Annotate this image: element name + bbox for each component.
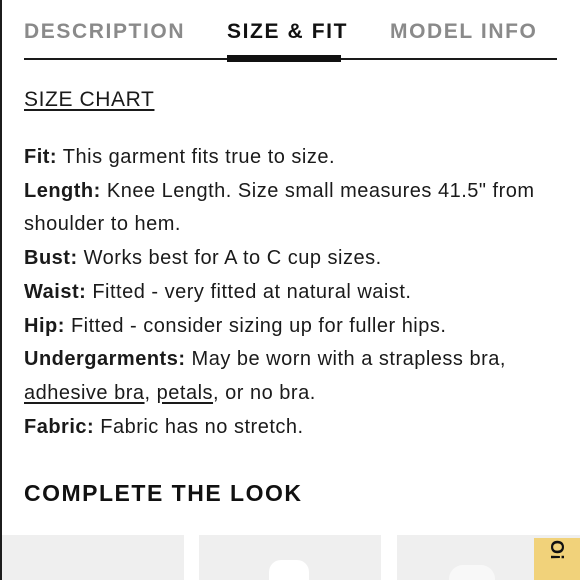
hip-row: Hip: Fitted - consider sizing up for ful… (24, 310, 559, 344)
promo-badge: !O (534, 538, 580, 580)
waist-text: Fitted - very fitted at natural waist. (86, 280, 412, 303)
product-card-1[interactable] (2, 535, 184, 580)
petals-link[interactable]: petals (157, 382, 213, 404)
tab-model-info[interactable]: MODEL INFO (390, 20, 537, 44)
active-tab-indicator (227, 55, 341, 62)
product-card-2[interactable] (199, 535, 381, 580)
length-row: Length: Knee Length. Size small measures… (24, 175, 559, 242)
tab-description[interactable]: DESCRIPTION (24, 20, 185, 44)
promo-badge-text: !O (548, 540, 568, 560)
size-chart-link[interactable]: SIZE CHART (24, 88, 154, 112)
fabric-row: Fabric: Fabric has no stretch. (24, 411, 559, 445)
length-label: Length: (24, 179, 101, 202)
hip-label: Hip: (24, 314, 65, 337)
hip-text: Fitted - consider sizing up for fuller h… (64, 314, 447, 337)
product-image (449, 565, 495, 580)
fit-text: This garment fits true to size. (57, 146, 336, 168)
product-card-3[interactable]: !O (397, 535, 580, 580)
bust-row: Bust: Works best for A to C cup sizes. (24, 242, 559, 276)
fit-label: Fit: (24, 146, 58, 168)
length-text: Knee Length. Size small measures 41.5" f… (24, 179, 535, 236)
undergarments-label: Undergarments: (24, 348, 186, 371)
product-info-tabs: DESCRIPTION SIZE & FIT MODEL INFO (24, 0, 557, 62)
complete-the-look-heading: COMPLETE THE LOOK (24, 480, 303, 506)
undergarments-text: May be worn with a strapless bra, (185, 348, 506, 371)
undergarments-separator: , (144, 381, 157, 404)
product-image (269, 560, 309, 580)
tab-size-and-fit[interactable]: SIZE & FIT (227, 20, 348, 44)
size-fit-details: Fit: This garment fits true to size. Len… (24, 141, 559, 444)
fit-row: Fit: This garment fits true to size. (24, 141, 559, 175)
bust-label: Bust: (24, 247, 78, 270)
fabric-label: Fabric: (24, 415, 95, 438)
bust-text: Works best for A to C cup sizes. (77, 247, 382, 270)
fabric-text: Fabric has no stretch. (94, 415, 304, 438)
waist-label: Waist: (24, 280, 87, 303)
undergarments-row: Undergarments: May be worn with a strapl… (24, 343, 559, 410)
left-border (0, 0, 2, 580)
complete-the-look-carousel: !O (0, 535, 580, 580)
waist-row: Waist: Fitted - very fitted at natural w… (24, 276, 559, 310)
adhesive-bra-link[interactable]: adhesive bra (24, 382, 145, 404)
undergarments-tail: , or no bra. (213, 381, 316, 404)
